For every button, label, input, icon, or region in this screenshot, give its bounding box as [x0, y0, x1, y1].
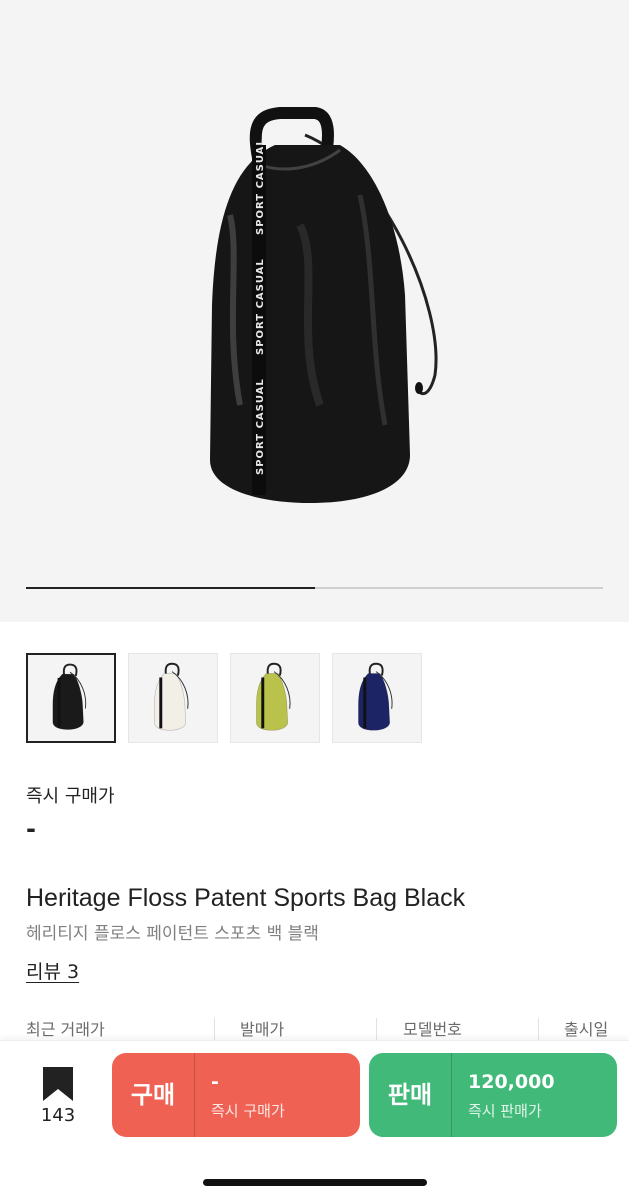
info-model-number-label: 모델번호 [403, 1020, 462, 1039]
info-divider [214, 1018, 215, 1042]
gallery-progress-fill [26, 587, 315, 589]
bookmark-icon [43, 1067, 73, 1101]
sell-button[interactable]: 판매 120,000 즉시 판매가 [369, 1053, 617, 1137]
info-divider [376, 1018, 377, 1042]
thumbnail-image [154, 662, 189, 731]
thumbnail-image [52, 663, 87, 730]
thumbnail-image [358, 662, 393, 731]
bag-label-text: SPORT CASUAL [255, 378, 266, 475]
product-subtitle: 헤리티지 플로스 페이턴트 스포츠 백 블랙 [26, 924, 319, 944]
product-image: SPORT CASUAL SPORT CASUAL SPORT CASUAL [210, 107, 438, 503]
sell-button-caption: 즉시 판매가 [468, 1102, 542, 1120]
info-recent-price-label: 최근 거래가 [26, 1020, 105, 1039]
instant-buy-price-label: 즉시 구매가 [26, 786, 115, 807]
info-divider [538, 1018, 539, 1042]
thumbnail-black[interactable] [26, 653, 116, 743]
product-title: Heritage Floss Patent Sports Bag Black [26, 884, 466, 912]
bottom-action-bar: 143 구매 - 즉시 구매가 판매 120,000 즉시 판매가 [0, 1040, 629, 1200]
thumbnail-white[interactable] [128, 653, 218, 743]
svg-text:SPORT CASUAL: SPORT CASUAL [255, 138, 266, 235]
buy-button[interactable]: 구매 - 즉시 구매가 [112, 1053, 360, 1137]
svg-text:SPORT CASUAL: SPORT CASUAL [255, 258, 266, 355]
info-release-price-label: 발매가 [240, 1020, 285, 1039]
buy-button-price: - [211, 1071, 219, 1093]
gallery-progress-bar [26, 587, 603, 589]
home-indicator [203, 1179, 427, 1186]
thumbnail-olive[interactable] [230, 653, 320, 743]
buy-button-divider [194, 1053, 195, 1137]
product-image-gallery[interactable]: SPORT CASUAL SPORT CASUAL SPORT CASUAL [0, 0, 629, 622]
instant-buy-price-value: - [26, 815, 36, 843]
sell-button-label: 판매 [387, 1081, 433, 1109]
review-link[interactable]: 리뷰 3 [26, 957, 79, 984]
bookmark-count: 143 [40, 1105, 76, 1126]
sell-button-price: 120,000 [468, 1071, 555, 1093]
sell-button-divider [451, 1053, 452, 1137]
thumbnail-navy[interactable] [332, 653, 422, 743]
thumbnail-image [256, 662, 291, 731]
info-release-date-label: 출시일 [564, 1020, 609, 1039]
buy-button-caption: 즉시 구매가 [211, 1102, 285, 1120]
buy-button-label: 구매 [130, 1081, 176, 1109]
bookmark-button[interactable]: 143 [34, 1067, 82, 1127]
